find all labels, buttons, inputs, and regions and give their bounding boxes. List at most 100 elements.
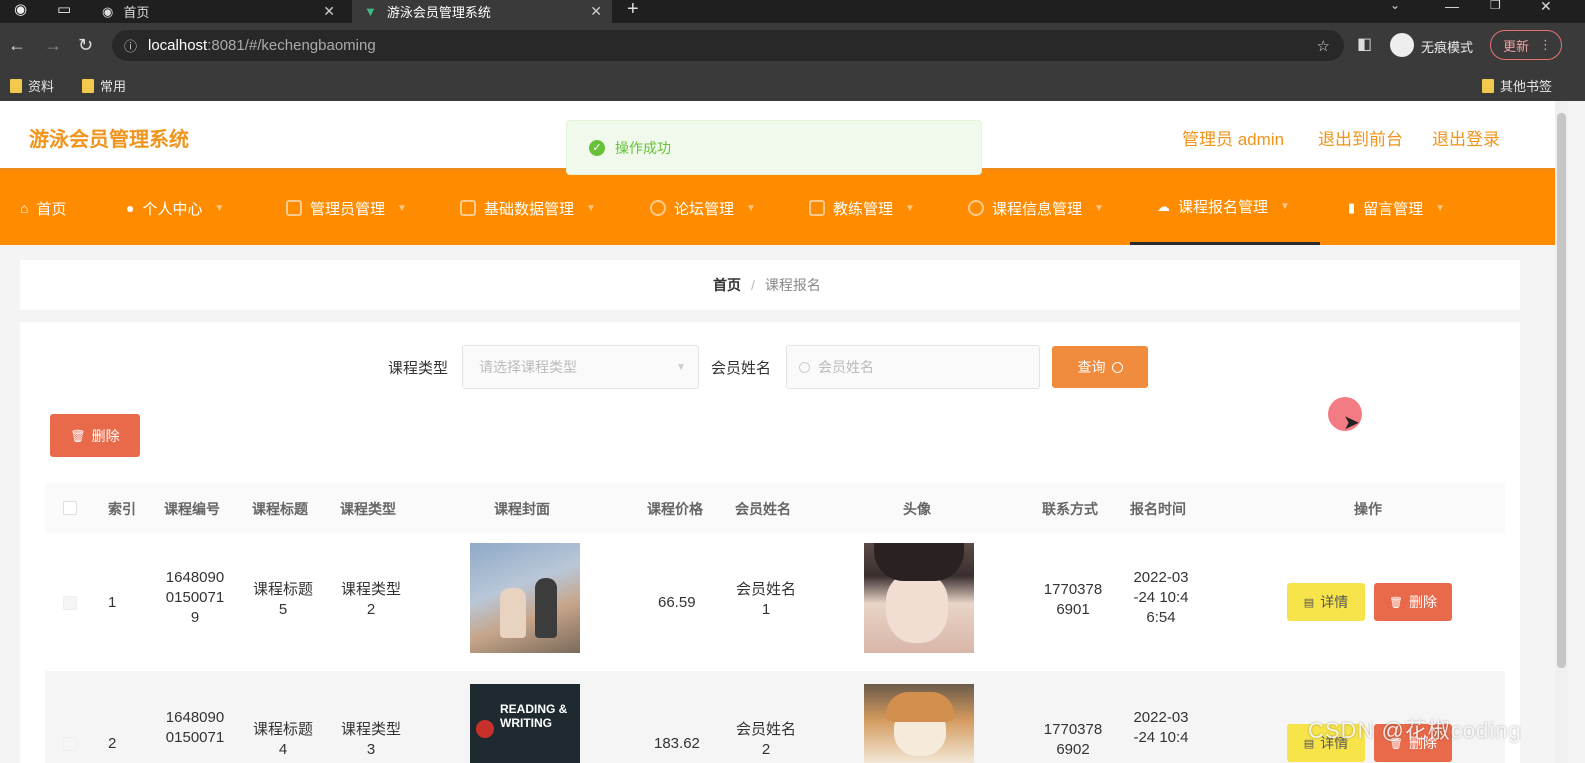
bookmarks-bar: 资料 常用 其他书签 xyxy=(0,68,1585,101)
new-tab-icon[interactable]: + xyxy=(627,0,639,21)
col-type: 课程类型 xyxy=(340,501,396,517)
search-icon xyxy=(1111,361,1123,373)
forward-icon[interactable]: → xyxy=(44,35,62,56)
chrome-icon[interactable]: ◉ xyxy=(14,0,27,18)
avatar-image xyxy=(864,543,974,653)
col-action: 操作 xyxy=(1354,501,1382,517)
course-cover-image xyxy=(470,543,580,653)
success-icon: ✓ xyxy=(589,139,605,156)
to-front-link[interactable]: 退出到前台 xyxy=(1318,125,1403,150)
breadcrumb-current: 课程报名 xyxy=(764,277,821,293)
col-member: 会员姓名 xyxy=(735,501,791,517)
col-price: 课程价格 xyxy=(647,501,703,517)
course-code: 1648090 0150071 9 xyxy=(165,569,225,626)
name-label: 会员姓名 xyxy=(711,360,772,377)
close-tab-icon[interactable]: ✕ xyxy=(323,3,335,20)
close-tab-icon[interactable]: ✕ xyxy=(590,3,602,20)
bookmark-folder[interactable]: 资料 xyxy=(10,76,54,95)
phone: 1770378 6901 xyxy=(1043,581,1103,618)
row-checkbox[interactable] xyxy=(63,737,77,751)
select-all-checkbox[interactable] xyxy=(63,501,77,515)
phone: 1770378 6902 xyxy=(1043,721,1103,758)
forum-icon xyxy=(650,200,666,216)
type-label: 课程类型 xyxy=(388,360,449,377)
nav-coach[interactable]: 教练管理 ▼ xyxy=(809,171,915,245)
tab-home[interactable]: ◉ 首页 ✕ xyxy=(90,0,345,23)
row-checkbox[interactable] xyxy=(63,596,77,610)
vue-icon: ▼ xyxy=(364,4,377,19)
address-bar: ← → ↻ ⓘ localhost:8081/#/kechengbaoming … xyxy=(0,23,1585,68)
course-type-select[interactable]: 请选择课程类型 ▼ xyxy=(462,345,699,389)
nav-course[interactable]: 课程信息管理 ▼ xyxy=(968,171,1104,245)
app-logo: 游泳会员管理系统 xyxy=(29,129,189,151)
chevron-down-icon: ▼ xyxy=(1094,202,1104,214)
nav-message[interactable]: ▮ 留言管理 ▼ xyxy=(1348,171,1445,245)
chevron-down-icon: ▼ xyxy=(397,202,407,214)
reload-icon[interactable]: ↻ xyxy=(78,35,93,56)
avatar-image xyxy=(864,684,974,763)
admin-label: 管理员 admin xyxy=(1182,130,1285,149)
col-index: 索引 xyxy=(108,501,136,517)
tab-overview-icon[interactable]: ▭ xyxy=(57,0,71,18)
row-delete-button[interactable]: 🗑 删除 xyxy=(1374,583,1452,621)
member-name: 会员姓名 2 xyxy=(735,721,796,758)
update-button[interactable]: 更新 ⋮ xyxy=(1490,30,1562,60)
restore-icon[interactable]: ❐ xyxy=(1490,0,1501,12)
document-icon: ▤ xyxy=(1303,596,1315,609)
page-scrollbar[interactable] xyxy=(1555,101,1568,763)
logout-link[interactable]: 退出登录 xyxy=(1432,125,1500,150)
course-type: 课程类型 2 xyxy=(340,581,401,618)
trash-icon: 🗑 xyxy=(1389,596,1403,609)
incognito-label: 无痕模式 xyxy=(1421,40,1474,55)
col-code: 课程编号 xyxy=(164,501,220,517)
enroll-icon: ☁ xyxy=(1157,198,1170,214)
minimize-icon[interactable]: — xyxy=(1445,0,1459,14)
tab-search-icon[interactable]: ⌄ xyxy=(1390,0,1400,12)
browser-tabbar: ◉ ▭ ◉ 首页 ✕ ▼ 游泳会员管理系统 ✕ + ⌄ — ❐ ✕ xyxy=(0,0,1585,23)
nav-enroll[interactable]: ☁ 课程报名管理 ▼ xyxy=(1130,171,1320,245)
menu-dots-icon: ⋮ xyxy=(1539,37,1553,52)
url-field[interactable]: ⓘ localhost:8081/#/kechengbaoming ☆ xyxy=(112,30,1344,61)
other-bookmarks[interactable]: 其他书签 xyxy=(1482,76,1552,95)
sidepanel-icon[interactable]: ◧ xyxy=(1357,34,1372,54)
course-cover-image: READING & WRITING xyxy=(470,684,580,763)
detail-button[interactable]: ▤ 详情 xyxy=(1287,583,1365,621)
mouse-pointer-icon: ➤ xyxy=(1343,412,1360,434)
member-name-input[interactable]: 会员姓名 xyxy=(786,345,1040,389)
breadcrumb: 首页 / 课程报名 xyxy=(713,277,821,293)
nav-forum[interactable]: 论坛管理 ▼ xyxy=(650,171,756,245)
chevron-down-icon: ▼ xyxy=(1280,201,1290,212)
query-button[interactable]: 查询 xyxy=(1052,346,1148,388)
trash-icon: 🗑 xyxy=(70,428,86,443)
chevron-down-icon: ▼ xyxy=(586,202,596,214)
enroll-time: 2022-03 -24 10:4 xyxy=(1133,709,1189,746)
breadcrumb-home[interactable]: 首页 xyxy=(713,277,741,293)
back-icon[interactable]: ← xyxy=(8,35,26,56)
nav-basedata[interactable]: 基础数据管理 ▼ xyxy=(460,171,596,245)
course-type: 课程类型 3 xyxy=(340,721,401,758)
star-icon[interactable]: ☆ xyxy=(1317,37,1330,55)
col-avatar: 头像 xyxy=(903,501,931,517)
top-nav: ⌂ 首页 ● 个人中心 ▼ 管理员管理 ▼ 基础数据管理 ▼ 论坛管理 ▼ 教练管理 ▼ 课程… xyxy=(0,171,1555,245)
course-title: 课程标题 5 xyxy=(252,581,313,618)
scrollbar-thumb[interactable] xyxy=(1557,113,1566,668)
chevron-down-icon: ▼ xyxy=(905,202,915,214)
col-title: 课程标题 xyxy=(252,501,308,517)
course-code: 1648090 0150071 xyxy=(165,709,225,746)
coach-icon xyxy=(809,200,825,216)
course-title: 课程标题 4 xyxy=(252,721,313,758)
col-phone: 联系方式 xyxy=(1042,501,1098,517)
folder-icon xyxy=(1482,78,1494,93)
folder-icon xyxy=(82,78,94,93)
row-index: 2 xyxy=(108,735,117,752)
nav-admin[interactable]: 管理员管理 ▼ xyxy=(286,171,407,245)
tab-app[interactable]: ▼ 游泳会员管理系统 ✕ xyxy=(352,0,612,23)
close-window-icon[interactable]: ✕ xyxy=(1540,0,1552,15)
bookmark-folder[interactable]: 常用 xyxy=(82,76,126,95)
member-name: 会员姓名 1 xyxy=(735,581,796,618)
col-cover: 课程封面 xyxy=(494,501,550,517)
watermark: CSDN @花椒coding xyxy=(1308,718,1522,743)
nav-personal[interactable]: ● 个人中心 ▼ xyxy=(126,171,224,245)
batch-delete-button[interactable]: 🗑 删除 xyxy=(50,414,140,457)
nav-home[interactable]: ⌂ 首页 xyxy=(20,171,66,245)
